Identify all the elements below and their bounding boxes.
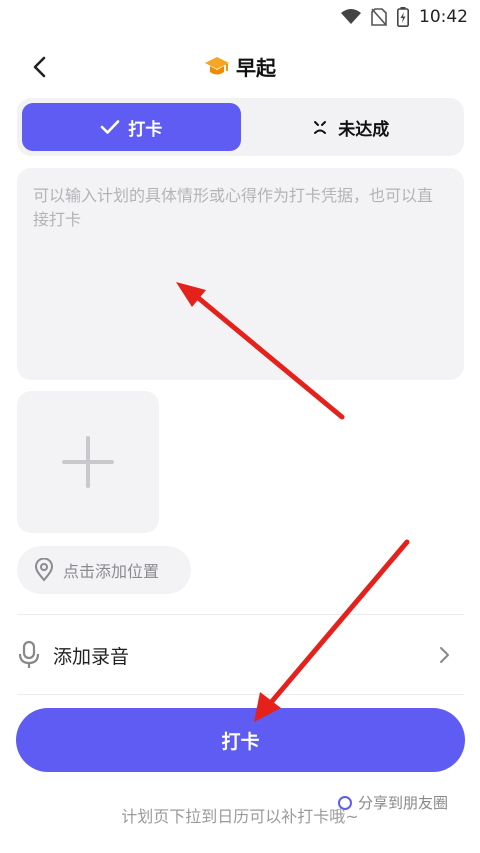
add-location-button[interactable]: 点击添加位置: [17, 546, 191, 594]
add-audio-label: 添加录音: [53, 645, 130, 668]
plus-icon: [62, 436, 114, 488]
graduation-cap-icon: [205, 56, 229, 74]
calendar-hint-text: 计划页下拉到日历可以补打卡哦~: [121, 807, 359, 826]
segment-missed-label: 未达成: [338, 119, 390, 140]
segment-checkin-tab[interactable]: 打卡: [22, 103, 241, 151]
page-title: 早起: [236, 56, 276, 80]
battery-charging-icon: [397, 7, 409, 27]
sad-face-icon: [314, 121, 327, 134]
chevron-right-icon: [440, 647, 449, 663]
note-area: [17, 168, 464, 380]
status-bar: 10:42: [0, 0, 480, 34]
clock: 10:42: [419, 7, 468, 27]
divider: [17, 694, 464, 695]
add-photo-button[interactable]: [17, 391, 159, 533]
segment-missed-tab[interactable]: 未达成: [241, 103, 460, 151]
wifi-icon: [341, 9, 361, 25]
segment-checkin-label: 打卡: [128, 119, 163, 140]
status-segment-control: 打卡 未达成: [17, 98, 464, 156]
top-bar: 早起: [0, 40, 480, 92]
note-input[interactable]: [33, 184, 448, 364]
add-audio-row[interactable]: 添加录音: [17, 615, 464, 695]
checkin-submit-button[interactable]: 打卡: [16, 708, 465, 772]
checkmark-icon: [100, 120, 120, 134]
no-sim-icon: [371, 8, 387, 26]
microphone-icon: [18, 640, 40, 668]
add-location-label: 点击添加位置: [63, 562, 160, 581]
location-pin-icon: [34, 558, 54, 582]
title-group: 早起: [0, 52, 480, 81]
